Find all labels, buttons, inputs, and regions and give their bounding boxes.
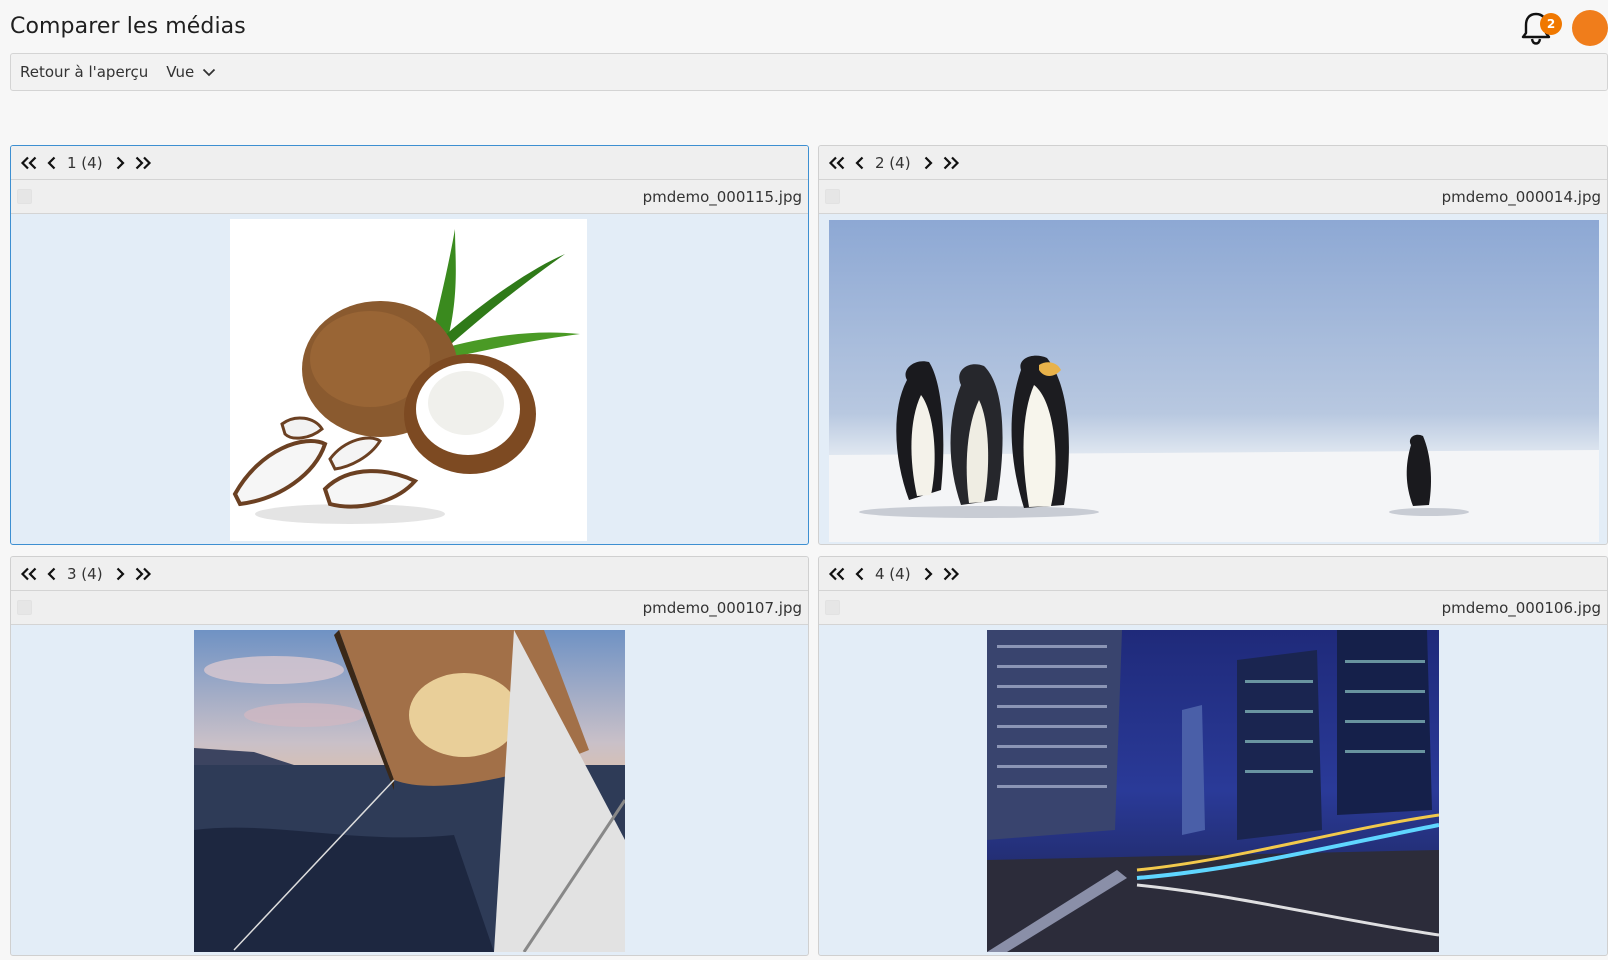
page-position: 1 (4) bbox=[67, 153, 103, 172]
last-page-icon[interactable] bbox=[132, 151, 155, 175]
image-area bbox=[819, 214, 1607, 544]
first-page-icon[interactable] bbox=[825, 151, 848, 175]
view-menu[interactable]: Vue bbox=[166, 63, 216, 81]
select-checkbox[interactable] bbox=[17, 189, 32, 204]
image-area bbox=[11, 625, 808, 955]
chevron-down-icon bbox=[203, 68, 216, 76]
page-position: 2 (4) bbox=[875, 153, 911, 172]
first-page-icon[interactable] bbox=[17, 151, 40, 175]
media-panel-1[interactable]: 1 (4) pmdemo_000115.jpg bbox=[10, 145, 809, 545]
file-name: pmdemo_000014.jpg bbox=[1441, 187, 1601, 206]
image-area bbox=[819, 625, 1607, 955]
panel-navigation: 2 (4) bbox=[819, 146, 1607, 180]
coconut-photo[interactable] bbox=[230, 219, 587, 541]
file-name: pmdemo_000106.jpg bbox=[1441, 598, 1601, 617]
panel-navigation: 4 (4) bbox=[819, 557, 1607, 591]
previous-page-icon[interactable] bbox=[40, 562, 63, 586]
file-bar: pmdemo_000014.jpg bbox=[819, 180, 1607, 214]
select-checkbox[interactable] bbox=[825, 600, 840, 615]
page-position: 3 (4) bbox=[67, 564, 103, 583]
file-name: pmdemo_000115.jpg bbox=[642, 187, 802, 206]
select-checkbox[interactable] bbox=[825, 189, 840, 204]
panel-navigation: 3 (4) bbox=[11, 557, 808, 591]
last-page-icon[interactable] bbox=[132, 562, 155, 586]
notification-count-badge: 2 bbox=[1540, 13, 1562, 35]
next-page-icon[interactable] bbox=[917, 562, 940, 586]
media-panel-2[interactable]: 2 (4) pmdemo_000014.jpg bbox=[818, 145, 1608, 545]
image-area bbox=[11, 214, 808, 544]
back-to-overview-link[interactable]: Retour à l'aperçu bbox=[20, 63, 148, 81]
next-page-icon[interactable] bbox=[109, 562, 132, 586]
next-page-icon[interactable] bbox=[917, 151, 940, 175]
file-bar: pmdemo_000107.jpg bbox=[11, 591, 808, 625]
first-page-icon[interactable] bbox=[825, 562, 848, 586]
page-position: 4 (4) bbox=[875, 564, 911, 583]
previous-page-icon[interactable] bbox=[40, 151, 63, 175]
file-name: pmdemo_000107.jpg bbox=[642, 598, 802, 617]
last-page-icon[interactable] bbox=[940, 151, 963, 175]
sailboat-photo[interactable] bbox=[194, 630, 627, 953]
previous-page-icon[interactable] bbox=[848, 562, 871, 586]
panel-navigation: 1 (4) bbox=[11, 146, 808, 180]
last-page-icon[interactable] bbox=[940, 562, 963, 586]
file-bar: pmdemo_000115.jpg bbox=[11, 180, 808, 214]
file-bar: pmdemo_000106.jpg bbox=[819, 591, 1607, 625]
media-panel-3[interactable]: 3 (4) pmdemo_000107.jpg bbox=[10, 556, 809, 956]
view-menu-label: Vue bbox=[166, 63, 195, 81]
select-checkbox[interactable] bbox=[17, 600, 32, 615]
city-night-photo[interactable] bbox=[987, 630, 1440, 952]
penguins-photo[interactable] bbox=[829, 220, 1599, 542]
first-page-icon[interactable] bbox=[17, 562, 40, 586]
toolbar: Retour à l'aperçu Vue bbox=[10, 53, 1608, 91]
page-title: Comparer les médias bbox=[10, 14, 246, 39]
media-panel-4[interactable]: 4 (4) pmdemo_000106.jpg bbox=[818, 556, 1608, 956]
user-avatar[interactable] bbox=[1572, 10, 1608, 46]
previous-page-icon[interactable] bbox=[848, 151, 871, 175]
next-page-icon[interactable] bbox=[109, 151, 132, 175]
